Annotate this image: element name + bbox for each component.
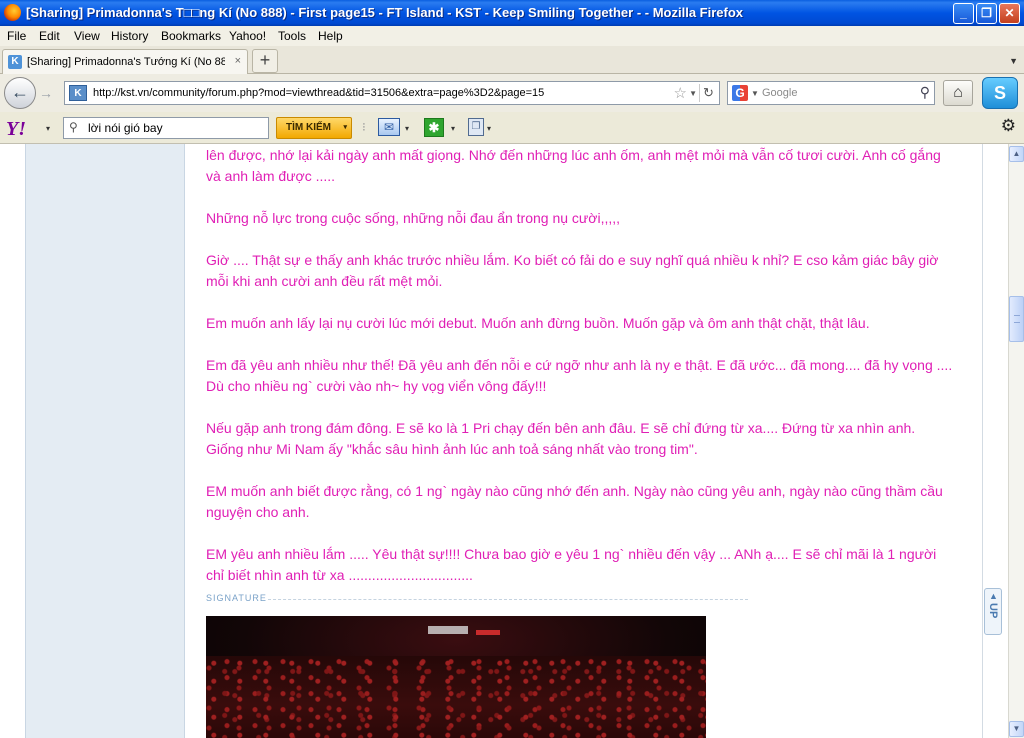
yahoo-menu-dropdown-icon[interactable]: ▾ xyxy=(46,124,50,133)
maximize-button[interactable]: ❐ xyxy=(976,3,997,24)
toolbar-grip-icon[interactable]: ⁝ xyxy=(362,120,368,136)
back-to-top-button[interactable]: ▲ UP xyxy=(984,588,1002,635)
skype-button[interactable]: S xyxy=(982,77,1018,109)
post-paragraph: Những nỗ lực trong cuộc sống, những nỗi … xyxy=(206,210,621,226)
chevron-down-icon[interactable]: ▾ xyxy=(343,118,347,138)
post-paragraph: EM yêu anh nhiều lắm ..... Yêu thật sự!!… xyxy=(206,546,937,583)
post-paragraph: Giờ .... Thật sự e thấy anh khác trước n… xyxy=(206,252,939,289)
mail-icon[interactable]: ✉ xyxy=(378,118,400,136)
menu-bookmarks[interactable]: Bookmarks xyxy=(161,29,221,43)
up-arrow-icon: ▲ xyxy=(989,591,998,601)
scroll-up-button[interactable]: ▲ xyxy=(1009,146,1024,162)
menu-yahoo[interactable]: Yahoo! xyxy=(229,29,266,43)
tab-list-icon[interactable]: ▼ xyxy=(1009,56,1018,66)
menu-view[interactable]: View xyxy=(74,29,100,43)
signature-divider: SIGNATURE xyxy=(206,593,751,605)
menu-file[interactable]: File xyxy=(7,29,26,43)
search-bar[interactable]: G ▼ Google ⚲ xyxy=(727,81,935,105)
post-paragraph: EM muốn anh biết được rằng, có 1 ng` ngà… xyxy=(206,483,943,520)
signature-concert-image xyxy=(206,616,706,738)
signature-label: SIGNATURE xyxy=(206,593,267,603)
firefox-icon xyxy=(4,4,21,21)
menu-edit[interactable]: Edit xyxy=(39,29,60,43)
green-app-icon[interactable]: ✱ xyxy=(424,118,444,137)
tab-bar: K [Sharing] Primadonna's Tướng Kí (No 88… xyxy=(0,46,1024,74)
signature-dashed-line xyxy=(268,599,748,600)
vertical-scrollbar[interactable]: ▲ ▼ xyxy=(1008,144,1024,738)
yahoo-logo[interactable]: Y! xyxy=(6,118,26,141)
kst-favicon-icon: K xyxy=(8,55,22,69)
gear-icon[interactable]: ⚙ xyxy=(1001,116,1016,136)
app-dropdown-icon[interactable]: ▾ xyxy=(451,124,455,133)
reload-button[interactable]: ↻ xyxy=(699,84,717,102)
crowd-graphic xyxy=(206,656,706,738)
search-icon: ⚲ xyxy=(69,120,78,134)
menu-bar: File Edit View History Bookmarks Yahoo! … xyxy=(0,26,1024,46)
page-right-margin xyxy=(984,144,1008,738)
close-window-button[interactable]: ✕ xyxy=(999,3,1020,24)
tab-close-icon[interactable]: × xyxy=(235,55,241,67)
tab-active[interactable]: K [Sharing] Primadonna's Tướng Kí (No 88… xyxy=(2,49,248,74)
url-bar[interactable]: K http://kst.vn/community/forum.php?mod=… xyxy=(64,81,720,105)
stage-light xyxy=(428,626,468,634)
back-button[interactable]: ← xyxy=(4,77,36,109)
document-icon[interactable]: ❐ xyxy=(468,118,484,136)
url-history-dropdown-icon[interactable]: ▼ xyxy=(689,89,697,98)
page-left-margin xyxy=(0,144,25,738)
menu-tools[interactable]: Tools xyxy=(278,29,306,43)
document-dropdown-icon[interactable]: ▾ xyxy=(487,124,491,133)
navigation-toolbar: ← → K http://kst.vn/community/forum.php?… xyxy=(0,74,1024,112)
up-label: UP xyxy=(987,603,999,619)
menu-help[interactable]: Help xyxy=(318,29,343,43)
menu-history[interactable]: History xyxy=(111,29,148,43)
minimize-button[interactable]: _ xyxy=(953,3,974,24)
yahoo-search-button-label: TÌM KIẾM xyxy=(286,122,331,133)
yahoo-search-input[interactable]: ⚲ lời nói gió bay xyxy=(63,117,269,139)
forward-button[interactable]: → xyxy=(36,83,56,103)
post-paragraph: Em muốn anh lấy lại nụ cười lúc mới debu… xyxy=(206,315,870,331)
post-paragraph: Em đã yêu anh nhiều như thế! Đã yêu anh … xyxy=(206,357,953,394)
yahoo-search-value[interactable]: lời nói gió bay xyxy=(88,121,163,135)
yahoo-toolbar: Y! ▾ ⚲ lời nói gió bay TÌM KIẾM ▾ ⁝ ✉ ▾ … xyxy=(0,112,1024,144)
google-engine-icon[interactable]: G xyxy=(732,85,748,101)
bookmark-star-icon[interactable]: ☆ xyxy=(674,84,687,102)
scroll-down-button[interactable]: ▼ xyxy=(1009,721,1024,737)
post-author-sidebar xyxy=(25,144,185,738)
post-paragraph: Nếu gặp anh trong đám đông. E sẽ ko là 1… xyxy=(206,420,916,457)
tab-label: [Sharing] Primadonna's Tướng Kí (No 888)… xyxy=(27,56,225,68)
window-title: [Sharing] Primadonna's T□□ng Kí (No 888)… xyxy=(26,5,744,20)
stage-light-red xyxy=(476,630,500,635)
post-paragraph: lên được, nhớ lại kải ngày anh mất giọng… xyxy=(206,147,941,184)
new-tab-button[interactable]: + xyxy=(252,49,278,73)
mail-dropdown-icon[interactable]: ▾ xyxy=(405,124,409,133)
scroll-grip-icon xyxy=(1014,315,1020,323)
search-icon[interactable]: ⚲ xyxy=(920,84,930,101)
url-text[interactable]: http://kst.vn/community/forum.php?mod=vi… xyxy=(93,87,544,99)
yahoo-search-button[interactable]: TÌM KIẾM ▾ xyxy=(276,117,352,139)
window-titlebar[interactable]: [Sharing] Primadonna's T□□ng Kí (No 888)… xyxy=(0,0,1024,26)
home-button[interactable]: ⌂ xyxy=(943,80,973,106)
scroll-thumb[interactable] xyxy=(1009,296,1024,342)
site-identity-icon[interactable]: K xyxy=(69,85,87,101)
engine-dropdown-icon[interactable]: ▼ xyxy=(751,89,759,98)
search-placeholder[interactable]: Google xyxy=(762,87,797,99)
